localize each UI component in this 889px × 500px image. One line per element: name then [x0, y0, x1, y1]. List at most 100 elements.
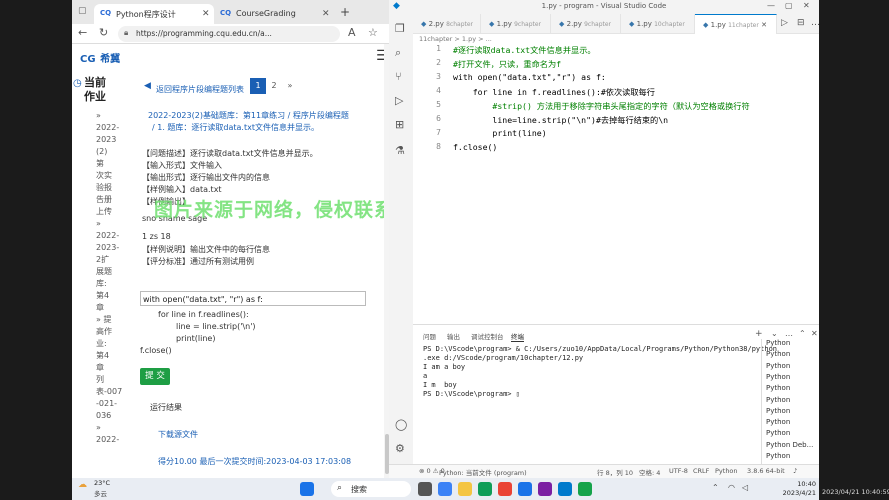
- more-actions-icon[interactable]: …: [811, 18, 819, 28]
- terminal-list-item[interactable]: Python: [766, 350, 790, 358]
- page-2-button[interactable]: 2: [266, 78, 282, 94]
- editor-tab[interactable]: ◆ 1.py 9chapter: [481, 14, 551, 34]
- start-windows-icon[interactable]: [300, 482, 314, 496]
- terminal-list-item[interactable]: Python: [766, 373, 790, 381]
- assignment-list-item[interactable]: 2023: [96, 134, 122, 146]
- assignment-list-item[interactable]: »: [96, 422, 122, 434]
- close-tab-icon[interactable]: ✕: [322, 9, 330, 19]
- store-icon[interactable]: [498, 482, 512, 496]
- terminal-list-item[interactable]: Python: [766, 407, 790, 415]
- chevron-down-icon[interactable]: ⌄: [771, 329, 778, 338]
- assignment-list-item[interactable]: 2022-: [96, 230, 122, 242]
- terminal-list-item[interactable]: Python: [766, 384, 790, 392]
- code-line[interactable]: print(line): [453, 128, 546, 138]
- app-icon[interactable]: [538, 482, 552, 496]
- assignment-list-item[interactable]: 高作: [96, 326, 122, 338]
- indentation[interactable]: 空格: 4: [639, 467, 660, 477]
- code-answer-input[interactable]: with open("data.txt", "r") as f:: [140, 291, 366, 306]
- url-input[interactable]: 🔒︎ https://programming.cqu.edu.cn/a...: [118, 26, 340, 42]
- maximize-icon[interactable]: ▢: [785, 1, 793, 10]
- assignment-list-item[interactable]: 验报: [96, 182, 122, 194]
- browser-tab-python[interactable]: CQ Python程序设计 ✕: [94, 4, 214, 24]
- split-editor-icon[interactable]: ⊟: [797, 18, 805, 28]
- code-line[interactable]: for line in f.readlines():#依次读取每行: [453, 86, 655, 98]
- refresh-icon[interactable]: ↻: [99, 26, 108, 39]
- page-1-button[interactable]: 1: [250, 78, 266, 94]
- breadcrumb[interactable]: 2022-2023(2)基础题库：第11章练习 / 程序片段编程题: [148, 110, 349, 121]
- code-line[interactable]: line=line.strip("\n")#去掉每行结束的\n: [453, 114, 668, 126]
- editor-tab[interactable]: ◆ 2.py 9chapter: [551, 14, 621, 34]
- taskbar-search[interactable]: ⌕ 搜索: [331, 481, 411, 497]
- assignment-list-item[interactable]: (2): [96, 146, 122, 158]
- mail-icon[interactable]: [518, 482, 532, 496]
- assignment-list-item[interactable]: »: [96, 110, 122, 122]
- wechat-icon[interactable]: [578, 482, 592, 496]
- code-line[interactable]: f.close(): [453, 142, 497, 152]
- code-line[interactable]: #strip() 方法用于移除字符串头尾指定的字符（默认为空格或换行符: [453, 100, 749, 112]
- close-window-icon[interactable]: ✕: [803, 1, 810, 10]
- terminal-list-item[interactable]: Python: [766, 362, 790, 370]
- run-debug-icon[interactable]: ▷: [395, 94, 403, 107]
- chat-icon[interactable]: [438, 482, 452, 496]
- editor-tab[interactable]: ◆ 1.py 10chapter: [621, 14, 695, 34]
- assignment-list-item[interactable]: 表-007: [96, 386, 122, 398]
- editor-breadcrumb[interactable]: 11chapter > 1.py > ...: [419, 35, 492, 43]
- terminal-list-item[interactable]: Python: [766, 452, 790, 460]
- code-line[interactable]: #打开文件，只读，重命名为f: [453, 58, 561, 70]
- assignment-list-item[interactable]: 库:: [96, 278, 122, 290]
- terminal-list-item[interactable]: Python: [766, 429, 790, 437]
- close-panel-icon[interactable]: ✕: [811, 329, 818, 338]
- download-source-link[interactable]: 下载源文件: [158, 429, 198, 440]
- explorer-icon[interactable]: ❐: [395, 22, 405, 35]
- tab-actions-icon[interactable]: ▢: [78, 6, 87, 16]
- assignment-list-item[interactable]: 业:: [96, 338, 122, 350]
- terminal-list-item[interactable]: Python: [766, 418, 790, 426]
- close-tab-icon[interactable]: ✕: [202, 9, 210, 19]
- interpreter-version[interactable]: 3.8.6 64-bit: [747, 467, 785, 475]
- back-arrow-icon[interactable]: ←: [78, 26, 87, 39]
- line-ending[interactable]: CRLF: [693, 467, 709, 475]
- assignment-list-item[interactable]: 列: [96, 374, 122, 386]
- more-icon[interactable]: …: [785, 329, 793, 338]
- next-page-button[interactable]: »: [282, 78, 298, 94]
- assignment-list-item[interactable]: 2022-: [96, 122, 122, 134]
- assignment-list-item[interactable]: 2扩: [96, 254, 122, 266]
- assignment-list-item[interactable]: 上传: [96, 206, 122, 218]
- tray-clock[interactable]: 10:40 2023/4/21: [764, 480, 816, 498]
- wifi-icon[interactable]: ◠: [728, 483, 735, 492]
- favorites-icon[interactable]: ☆: [368, 26, 378, 39]
- panel-tab-output[interactable]: 输出: [447, 331, 460, 341]
- back-to-list-link[interactable]: 返回程序片段编程题列表: [156, 84, 244, 95]
- assignment-list-item[interactable]: 第4: [96, 350, 122, 362]
- assignment-list-item[interactable]: 告册: [96, 194, 122, 206]
- assignment-list-item[interactable]: 036: [96, 410, 122, 422]
- file-explorer-icon[interactable]: [458, 482, 472, 496]
- terminal-list-item[interactable]: Python: [766, 339, 790, 347]
- source-control-icon[interactable]: ⑂: [395, 70, 402, 83]
- language-mode[interactable]: Python: [715, 467, 738, 475]
- browser-tab-coursegrading[interactable]: CQ CourseGrading ✕: [214, 4, 334, 24]
- assignment-list-item[interactable]: »: [96, 218, 122, 230]
- assignment-list-item[interactable]: 第4: [96, 290, 122, 302]
- extensions-icon[interactable]: ⊞: [395, 118, 404, 131]
- editor-tab[interactable]: ◆ 2.py 8chapter: [413, 14, 481, 34]
- settings-gear-icon[interactable]: ⚙: [395, 442, 405, 455]
- encoding[interactable]: UTF-8: [669, 467, 688, 475]
- new-terminal-icon[interactable]: +: [755, 329, 763, 339]
- tray-chevron-icon[interactable]: ⌃: [712, 483, 719, 492]
- panel-tab-debug-console[interactable]: 调试控制台: [471, 331, 504, 341]
- assignment-list[interactable]: » 2022- 2023 (2) 第次实 验报 告册 上传» 2022- 2023- 2扩 展题 库: 第…: [96, 110, 122, 446]
- assignment-list-item[interactable]: » 提: [96, 314, 122, 326]
- assignment-list-item[interactable]: 2022-: [96, 434, 122, 446]
- minimize-icon[interactable]: —: [767, 1, 775, 10]
- terminal-list-item[interactable]: Python: [766, 396, 790, 404]
- terminal-output[interactable]: PS D:\VScode\program> & C:/Users/zuo10/A…: [413, 345, 777, 455]
- vscode-taskbar-icon[interactable]: [558, 482, 572, 496]
- assignment-list-item[interactable]: 章: [96, 362, 122, 374]
- read-aloud-icon[interactable]: A: [348, 26, 356, 39]
- weather-desc[interactable]: 多云: [94, 488, 107, 498]
- volume-icon[interactable]: ◁: [742, 483, 748, 492]
- code-editor[interactable]: 1 #逐行读取data.txt文件信息并显示。 2 #打开文件，只读，重命名为f 3 wi…: [413, 44, 819, 324]
- cursor-position[interactable]: 行 8，列 10: [597, 467, 633, 477]
- assignment-list-item[interactable]: 展题: [96, 266, 122, 278]
